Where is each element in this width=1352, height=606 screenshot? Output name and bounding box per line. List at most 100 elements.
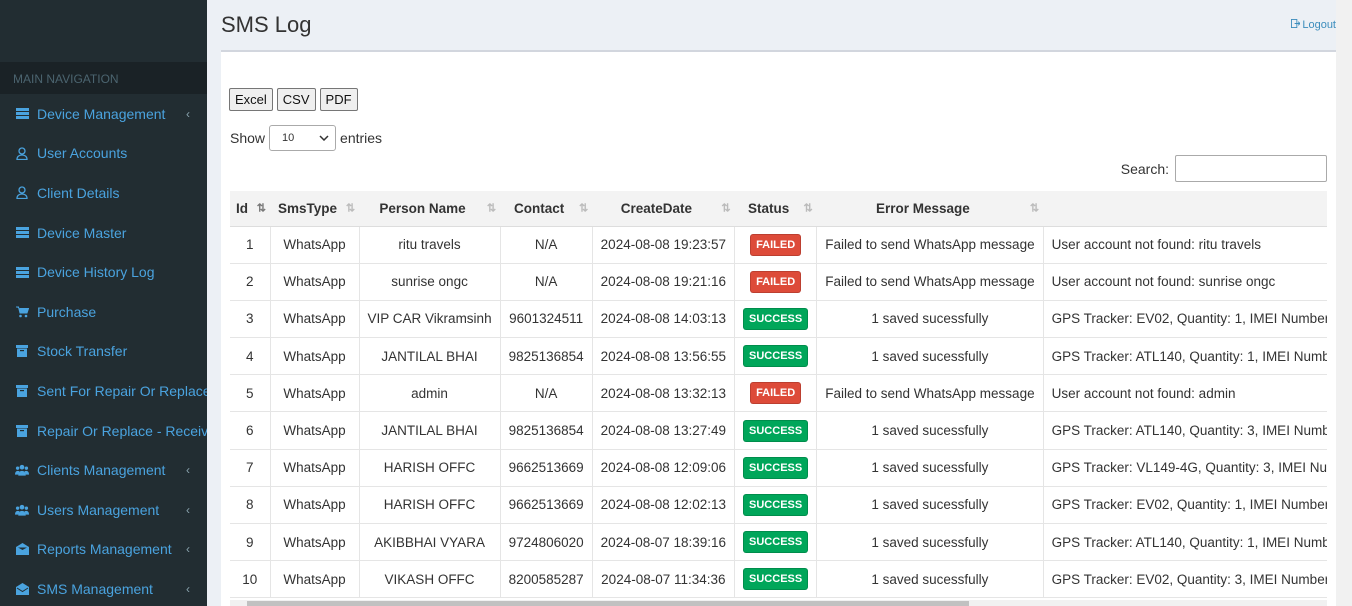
table-row[interactable]: 9 WhatsApp AKIBBHAI VYARA 9724806020 2024-08…: [230, 523, 1327, 562]
page-title: SMS Log: [221, 12, 312, 37]
cell-status: SUCCESS: [734, 486, 818, 525]
table-header-row: Id ⇅ SmsType ⇅ Person Name ⇅ Contact ⇅ Creat…: [230, 191, 1327, 227]
cell-smstype: WhatsApp: [270, 411, 360, 450]
sidebar-item-client-details[interactable]: Client Details: [0, 173, 207, 213]
sidebar-item-sent-for-repair-or-replace[interactable]: Sent For Repair Or Replace: [0, 371, 207, 411]
sidebar-item-device-management[interactable]: Device Management ‹: [0, 94, 207, 134]
sort-icon: ⇅: [345, 202, 355, 215]
envelope-icon: [15, 582, 29, 596]
chevron-left-icon: ‹: [186, 542, 190, 557]
sidebar-item-purchase[interactable]: Purchase: [0, 292, 207, 332]
chevron-left-icon: ‹: [186, 106, 190, 121]
sidebar-item-label: Device History Log: [37, 264, 155, 281]
cell-contact: 8200585287: [500, 560, 593, 599]
report-icon: [15, 542, 29, 556]
cell-message: GPS Tracker: ATL140, Quantity: 1, IMEI N…: [1043, 337, 1327, 376]
cell-createdate: 2024-08-08 12:02:13: [592, 486, 736, 525]
sort-icon: ⇅: [578, 202, 588, 215]
sidebar-item-clients-management[interactable]: Clients Management ‹: [0, 450, 207, 490]
table-row[interactable]: 10 WhatsApp VIKASH OFFC 8200585287 2024-08-0…: [230, 560, 1327, 599]
cell-id: 8: [230, 486, 271, 525]
show-label: Show: [230, 130, 266, 146]
cell-smstype: WhatsApp: [270, 523, 360, 562]
main-navigation: Device Management ‹ User Accounts Client De…: [0, 94, 207, 606]
cell-message: GPS Tracker: EV02, Quantity: 3, IMEI Num…: [1043, 560, 1327, 599]
users-icon: [15, 463, 29, 477]
cell-contact: 9825136854: [500, 411, 593, 450]
cell-person-name: sunrise ongc: [359, 263, 501, 301]
cell-smstype: WhatsApp: [270, 449, 360, 487]
sms-log-box: Excel CSV PDF Show 10 entries Search: Id: [221, 50, 1336, 606]
cell-person-name: AKIBBHAI VYARA: [359, 523, 501, 562]
sort-asc-icon: ⇅: [256, 202, 266, 215]
cell-smstype: WhatsApp: [270, 300, 360, 339]
table-row[interactable]: 7 WhatsApp HARISH OFFC 9662513669 2024-08-08…: [230, 449, 1327, 487]
cell-createdate: 2024-08-08 14:03:13: [592, 300, 736, 339]
cell-message: User account not found: admin: [1043, 374, 1327, 413]
entries-length: Show 10 entries: [230, 125, 382, 151]
cell-createdate: 2024-08-08 13:56:55: [592, 337, 736, 376]
server-icon: [15, 226, 29, 240]
sidebar-item-device-history-log[interactable]: Device History Log: [0, 252, 207, 292]
cell-createdate: 2024-08-08 19:23:57: [592, 226, 736, 264]
sidebar-item-label: Stock Transfer: [37, 343, 128, 360]
cell-id: 9: [230, 523, 271, 562]
sidebar-item-user-accounts[interactable]: User Accounts: [0, 134, 207, 174]
archive-icon: [15, 384, 29, 398]
column-header-status[interactable]: Status ⇅: [734, 191, 817, 227]
cell-id: 5: [230, 374, 271, 413]
vertical-scrollbar[interactable]: [1336, 0, 1352, 606]
sidebar: MAIN NAVIGATION Device Management ‹ User A…: [0, 0, 207, 606]
nav-header: MAIN NAVIGATION: [0, 62, 207, 94]
cell-createdate: 2024-08-08 13:27:49: [592, 411, 736, 450]
sidebar-item-device-master[interactable]: Device Master: [0, 213, 207, 253]
status-badge: SUCCESS: [743, 531, 809, 554]
logout-link[interactable]: Logout: [1291, 19, 1336, 31]
column-header-message[interactable]: [1043, 191, 1327, 227]
status-badge: SUCCESS: [743, 419, 809, 442]
table-row[interactable]: 4 WhatsApp JANTILAL BHAI 9825136854 2024-08-…: [230, 337, 1327, 376]
table-row[interactable]: 1 WhatsApp ritu travels N/A 2024-08-08 19:23…: [230, 226, 1327, 264]
table-row[interactable]: 3 WhatsApp VIP CAR Vikramsinh 9601324511 202…: [230, 300, 1327, 339]
sidebar-item-stock-transfer[interactable]: Stock Transfer: [0, 332, 207, 372]
pdf-button[interactable]: PDF: [319, 88, 358, 111]
cell-error-message: Failed to send WhatsApp message: [816, 374, 1044, 413]
column-header-person-name[interactable]: Person Name ⇅: [359, 191, 501, 227]
scrollbar-thumb[interactable]: [247, 601, 969, 606]
cell-message: User account not found: ritu travels: [1043, 226, 1327, 264]
entries-select[interactable]: 10: [269, 125, 337, 151]
cell-createdate: 2024-08-07 11:34:36: [592, 560, 736, 599]
cell-error-message: 1 saved sucessfully: [816, 449, 1044, 487]
table-row[interactable]: 6 WhatsApp JANTILAL BHAI 9825136854 2024-08-…: [230, 411, 1327, 450]
cell-contact: 9662513669: [500, 486, 593, 525]
column-header-contact[interactable]: Contact ⇅: [500, 191, 593, 227]
cell-error-message: 1 saved sucessfully: [816, 337, 1044, 376]
cell-smstype: WhatsApp: [270, 263, 360, 301]
horizontal-scrollbar[interactable]: [230, 600, 1327, 606]
column-header-smstype[interactable]: SmsType ⇅: [270, 191, 360, 227]
cell-person-name: VIKASH OFFC: [359, 560, 501, 599]
table-row[interactable]: 2 WhatsApp sunrise ongc N/A 2024-08-08 19:21…: [230, 263, 1327, 301]
sidebar-item-sms-management[interactable]: SMS Management ‹: [0, 569, 207, 606]
sidebar-item-reports-management[interactable]: Reports Management ‹: [0, 530, 207, 570]
excel-button[interactable]: Excel: [229, 88, 273, 111]
column-header-id[interactable]: Id ⇅: [230, 191, 270, 227]
csv-button[interactable]: CSV: [276, 88, 316, 111]
cell-person-name: JANTILAL BHAI: [359, 337, 501, 376]
column-header-error-message[interactable]: Error Message ⇅: [816, 191, 1044, 227]
table-row[interactable]: 5 WhatsApp admin N/A 2024-08-08 13:32:13 FAIL…: [230, 374, 1327, 413]
table-row[interactable]: 8 WhatsApp HARISH OFFC 9662513669 2024-08-08…: [230, 486, 1327, 525]
status-badge: FAILED: [750, 382, 802, 405]
cell-id: 4: [230, 337, 271, 376]
cell-error-message: Failed to send WhatsApp message: [816, 263, 1044, 301]
users-icon: [15, 503, 29, 517]
sidebar-item-users-management[interactable]: Users Management ‹: [0, 490, 207, 530]
cell-id: 7: [230, 449, 271, 487]
sms-log-table-wrapper: Id ⇅ SmsType ⇅ Person Name ⇅ Contact ⇅ Creat…: [230, 191, 1327, 606]
search-input[interactable]: [1175, 155, 1327, 182]
status-badge: FAILED: [750, 233, 802, 256]
cell-message: GPS Tracker: EV02, Quantity: 1, IMEI Num…: [1043, 486, 1327, 525]
cell-status: SUCCESS: [734, 337, 818, 376]
sidebar-item-repair-or-replace-received[interactable]: Repair Or Replace - Received: [0, 411, 207, 451]
column-header-createdate[interactable]: CreateDate ⇅: [592, 191, 735, 227]
